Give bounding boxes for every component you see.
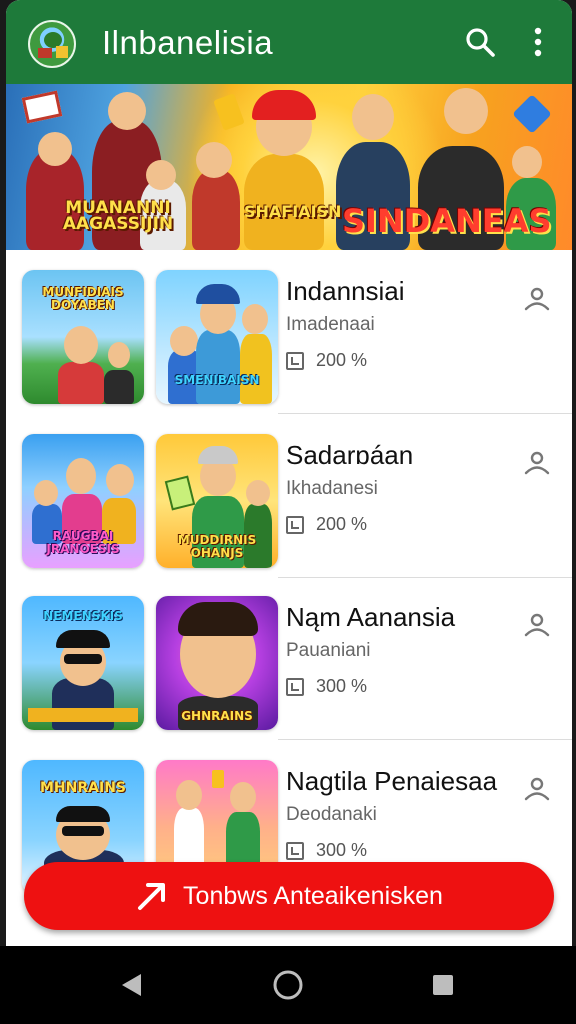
thumbnail-title: MUDDIRNIS OHANJS [177, 533, 257, 560]
banner-text-left: MUANANNI AAGASSIJIN [62, 198, 174, 234]
recent-square-icon [433, 975, 453, 995]
chart-box-icon [286, 515, 304, 534]
thumbnail-title: SMENIBAISN [174, 373, 260, 387]
more-vert-icon [534, 27, 542, 57]
game-thumbnail[interactable]: NEMENSKIS [22, 596, 144, 730]
game-thumbnail[interactable]: MUNFIDIAIS DOYABEN [22, 270, 144, 404]
item-title: Nagtila Penaiesaa [286, 766, 498, 796]
recent-apps-button[interactable] [426, 968, 460, 1002]
more-options-button[interactable] [518, 22, 558, 62]
primary-action-button[interactable]: Tonbws Anteaikenisken [24, 862, 554, 930]
item-stat: 300 % [286, 676, 367, 697]
item-subtitle: Imadenaai [286, 314, 375, 335]
list-item[interactable]: NEMENSKIS GHNRAINS Nąm Aanansia Pauanian… [6, 578, 572, 740]
item-title: Indannsiai [286, 276, 405, 306]
primary-action-label: Tonbws Anteaikenisken [183, 881, 443, 910]
list-item[interactable]: RAUGBAI JRANOESIS MUDDIRNIS OHANJS Sadar… [6, 416, 572, 578]
app-title: Ilnbanelisia [102, 24, 274, 61]
item-subtitle: Pauaniani [286, 640, 371, 661]
game-thumbnail[interactable]: SMENIBAISN [156, 270, 278, 404]
chart-box-icon [286, 841, 304, 860]
list-item[interactable]: MUNFIDIAIS DOYABEN SMENIBAISN Indannsiai… [6, 252, 572, 414]
item-stat: 300 % [286, 840, 367, 861]
thumbnail-title: MUNFIDIAIS DOYABEN [42, 285, 124, 312]
arrow-up-right-icon [138, 883, 166, 910]
row-divider [278, 739, 572, 740]
app-screen: Ilnbanelisia MUANANNI AAGASSIJIN SHAFIAI… [6, 0, 572, 946]
thumbnail-title: RAUGBAI JRANOESIS [46, 529, 120, 556]
back-triangle-icon [122, 974, 141, 996]
item-stat: 200 % [286, 514, 367, 535]
search-icon [466, 28, 495, 57]
item-stat: 200 % [286, 350, 367, 371]
app-bar: Ilnbanelisia [6, 0, 572, 84]
thumbnail-title: NEMENSKIS [43, 609, 123, 623]
system-nav-bar [0, 946, 576, 1024]
user-icon[interactable] [522, 610, 552, 640]
banner-text-middle: SHAFIAISN [244, 202, 342, 221]
item-stat-value: 300 % [316, 840, 368, 860]
item-stat-value: 200 % [316, 514, 368, 534]
item-title: Nąm Aanansia [286, 602, 456, 632]
chart-box-icon [286, 677, 304, 696]
thumbnail-title: MHNRAINS [40, 780, 126, 796]
user-icon[interactable] [522, 448, 552, 478]
item-subtitle: Ikhadanesi [286, 478, 378, 499]
user-icon[interactable] [522, 284, 552, 314]
item-stat-value: 200 % [316, 350, 368, 370]
user-icon[interactable] [522, 774, 552, 804]
search-button[interactable] [460, 22, 500, 62]
item-subtitle: Deodanaki [286, 804, 377, 825]
banner-text-right: SINDANEAS [342, 202, 552, 240]
back-button[interactable] [114, 968, 148, 1002]
game-thumbnail[interactable]: GHNRAINS [156, 596, 278, 730]
game-thumbnail[interactable]: RAUGBAI JRANOESIS [22, 434, 144, 568]
item-stat-value: 300 % [316, 676, 368, 696]
home-button[interactable] [271, 968, 305, 1002]
item-title: Sadarɒáan [286, 440, 414, 470]
chart-box-icon [286, 351, 304, 370]
row-divider [278, 413, 572, 414]
home-circle-icon [273, 970, 303, 1000]
featured-banner[interactable]: MUANANNI AAGASSIJIN SHAFIAISN SINDANEAS [6, 84, 572, 250]
game-thumbnail[interactable]: MUDDIRNIS OHANJS [156, 434, 278, 568]
thumbnail-title: GHNRAINS [181, 709, 253, 723]
landscape-logo-icon [28, 20, 76, 68]
